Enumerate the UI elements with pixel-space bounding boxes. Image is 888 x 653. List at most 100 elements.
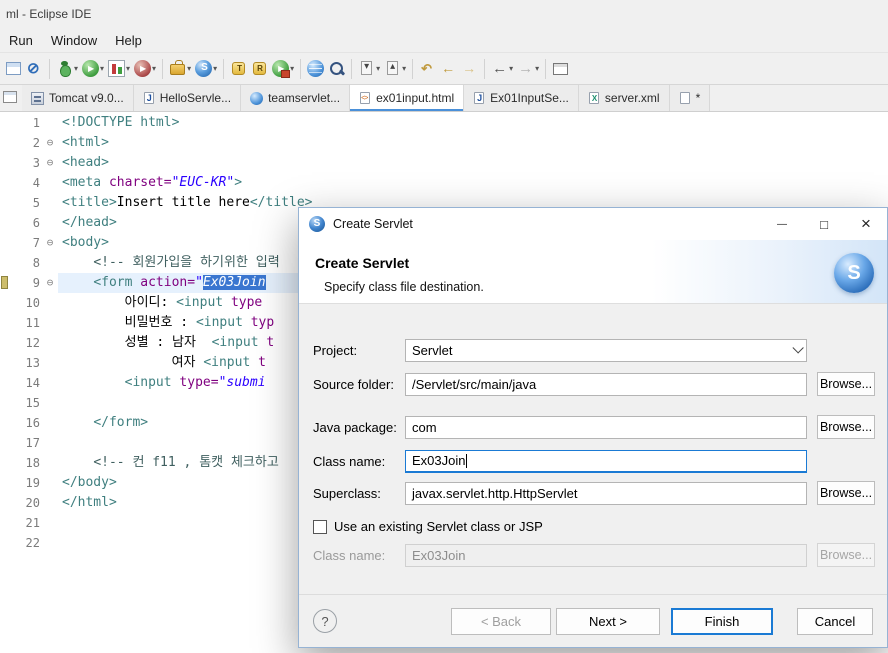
dropdown-arrow-icon: ▾	[402, 64, 407, 73]
menu-run[interactable]: Run	[0, 30, 42, 51]
tab-teamservlet[interactable]: teamservlet...	[241, 85, 351, 111]
browser-button[interactable]	[305, 56, 326, 81]
annotation-ruler[interactable]	[0, 293, 12, 313]
annotation-ruler[interactable]	[0, 213, 12, 233]
nav-back-button[interactable]: ▾	[489, 56, 515, 81]
maximize-button[interactable]	[803, 208, 845, 240]
finish-button[interactable]: Finish	[671, 607, 773, 635]
annotation-ruler[interactable]	[0, 533, 12, 553]
line-number: 19	[25, 476, 40, 490]
annotation-ruler[interactable]	[0, 473, 12, 493]
coverage-button[interactable]: ▾	[106, 56, 132, 81]
servlet-wizard-button[interactable]: ▾	[193, 56, 219, 81]
code-line[interactable]: 2 <html>	[0, 133, 888, 153]
next-edit-button[interactable]	[459, 56, 480, 81]
previous-edit-button[interactable]	[438, 56, 459, 81]
line-number: 6	[32, 216, 40, 230]
tab-ex01inputse[interactable]: Ex01InputSe...	[464, 85, 579, 111]
tab-ex01inputhtml[interactable]: ex01input.html	[350, 85, 465, 111]
fold-collapse-icon[interactable]	[42, 273, 58, 293]
line-number: 9	[32, 276, 40, 290]
annotation-ruler[interactable]	[0, 233, 12, 253]
code-line[interactable]: 3 <head>	[0, 153, 888, 173]
menu-window[interactable]: Window	[42, 30, 106, 51]
annotation-ruler[interactable]	[0, 513, 12, 533]
code-line[interactable]: 1 <!DOCTYPE html>	[0, 113, 888, 133]
annotation-ruler[interactable]	[0, 133, 12, 153]
annotation-ruler[interactable]	[0, 173, 12, 193]
debug-button[interactable]: ▾	[54, 56, 80, 81]
annotation-ruler[interactable]	[0, 253, 12, 273]
minimize-button[interactable]	[761, 208, 803, 240]
package-browse-button[interactable]: Browse...	[817, 415, 875, 439]
open-resource-button[interactable]	[249, 56, 270, 81]
help-button[interactable]: ?	[313, 609, 337, 633]
dropdown-arrow-icon: ▾	[376, 64, 381, 73]
superclass-browse-button[interactable]: Browse...	[817, 481, 875, 505]
profile-button[interactable]: ▾	[132, 56, 158, 81]
tab-serverxml[interactable]: server.xml	[578, 85, 670, 111]
source-folder-input[interactable]: /Servlet/src/main/java	[405, 372, 807, 396]
dropdown-arrow-icon: ▾	[100, 64, 105, 73]
annotation-next-button[interactable]: ▾	[356, 56, 382, 81]
existing-class-value: Ex03Join	[412, 547, 466, 563]
new-editor-button[interactable]	[550, 56, 571, 81]
skip-breakpoints-button[interactable]	[24, 56, 45, 81]
line-number: 16	[25, 416, 40, 430]
project-select[interactable]: Servlet	[405, 338, 807, 362]
fold-collapse-icon[interactable]	[42, 133, 58, 153]
cancel-button[interactable]: Cancel	[797, 607, 873, 635]
server-icon	[31, 91, 44, 105]
annotation-ruler[interactable]	[0, 273, 12, 293]
window-title: ml - Eclipse IDE	[6, 7, 92, 21]
code-line[interactable]: 4 <meta charset="EUC-KR">	[0, 173, 888, 193]
class-name-input[interactable]: Ex03Join	[405, 449, 807, 473]
open-type-button[interactable]	[228, 56, 249, 81]
annotation-ruler[interactable]	[0, 413, 12, 433]
annotation-ruler[interactable]	[0, 333, 12, 353]
existing-class-browse-button: Browse...	[817, 543, 875, 567]
annotation-ruler[interactable]	[0, 433, 12, 453]
tab-[interactable]: *	[669, 85, 711, 111]
annotation-ruler[interactable]	[0, 353, 12, 373]
fold-gutter	[42, 333, 58, 353]
fold-gutter	[42, 293, 58, 313]
tab-helloservle[interactable]: HelloServle...	[133, 85, 242, 111]
annotation-prev-button[interactable]: ▾	[382, 56, 408, 81]
annotation-ruler[interactable]	[0, 153, 12, 173]
fold-collapse-icon[interactable]	[42, 153, 58, 173]
tab-tomcatv90[interactable]: Tomcat v9.0...	[22, 85, 134, 111]
tab-label: Tomcat v9.0...	[49, 91, 124, 105]
annotation-ruler[interactable]	[0, 393, 12, 413]
annotation-ruler[interactable]	[0, 453, 12, 473]
close-button[interactable]	[845, 208, 887, 240]
search-button[interactable]	[326, 56, 347, 81]
external-tools-button[interactable]: ▾	[270, 56, 296, 81]
fold-collapse-icon[interactable]	[42, 233, 58, 253]
annotation-ruler[interactable]	[0, 113, 12, 133]
superclass-input[interactable]: javax.servlet.http.HttpServlet	[405, 481, 807, 505]
minimized-view-icon[interactable]	[3, 91, 17, 103]
source-folder-browse-button[interactable]: Browse...	[817, 372, 875, 396]
main-toolbar: ▾ ▾ ▾ ▾ ▾ ▾ ▾ ▾ ▾ ▾ ▾	[0, 52, 888, 85]
dialog-titlebar[interactable]: S Create Servlet	[299, 208, 887, 240]
annotation-ruler[interactable]	[0, 313, 12, 333]
annotation-ruler[interactable]	[0, 373, 12, 393]
nav-forward-button[interactable]: ▾	[515, 56, 541, 81]
toolbar-separator	[49, 58, 50, 79]
next-button[interactable]: Next >	[556, 607, 660, 635]
last-edit-button[interactable]	[417, 56, 438, 81]
table-button[interactable]	[3, 56, 24, 81]
text-caret	[466, 453, 468, 468]
new-wizard-button[interactable]: ▾	[167, 56, 193, 81]
java-package-input[interactable]: com	[405, 415, 807, 439]
occurrence-marker-icon	[1, 276, 8, 289]
annotation-ruler[interactable]	[0, 493, 12, 513]
run-button[interactable]: ▾	[80, 56, 106, 81]
use-existing-checkbox[interactable]	[313, 519, 327, 534]
servlet-banner-icon: S	[834, 253, 874, 293]
annotation-ruler[interactable]	[0, 193, 12, 213]
fold-gutter	[42, 533, 58, 553]
window-titlebar[interactable]: ml - Eclipse IDE	[0, 0, 888, 28]
menu-help[interactable]: Help	[106, 30, 151, 51]
